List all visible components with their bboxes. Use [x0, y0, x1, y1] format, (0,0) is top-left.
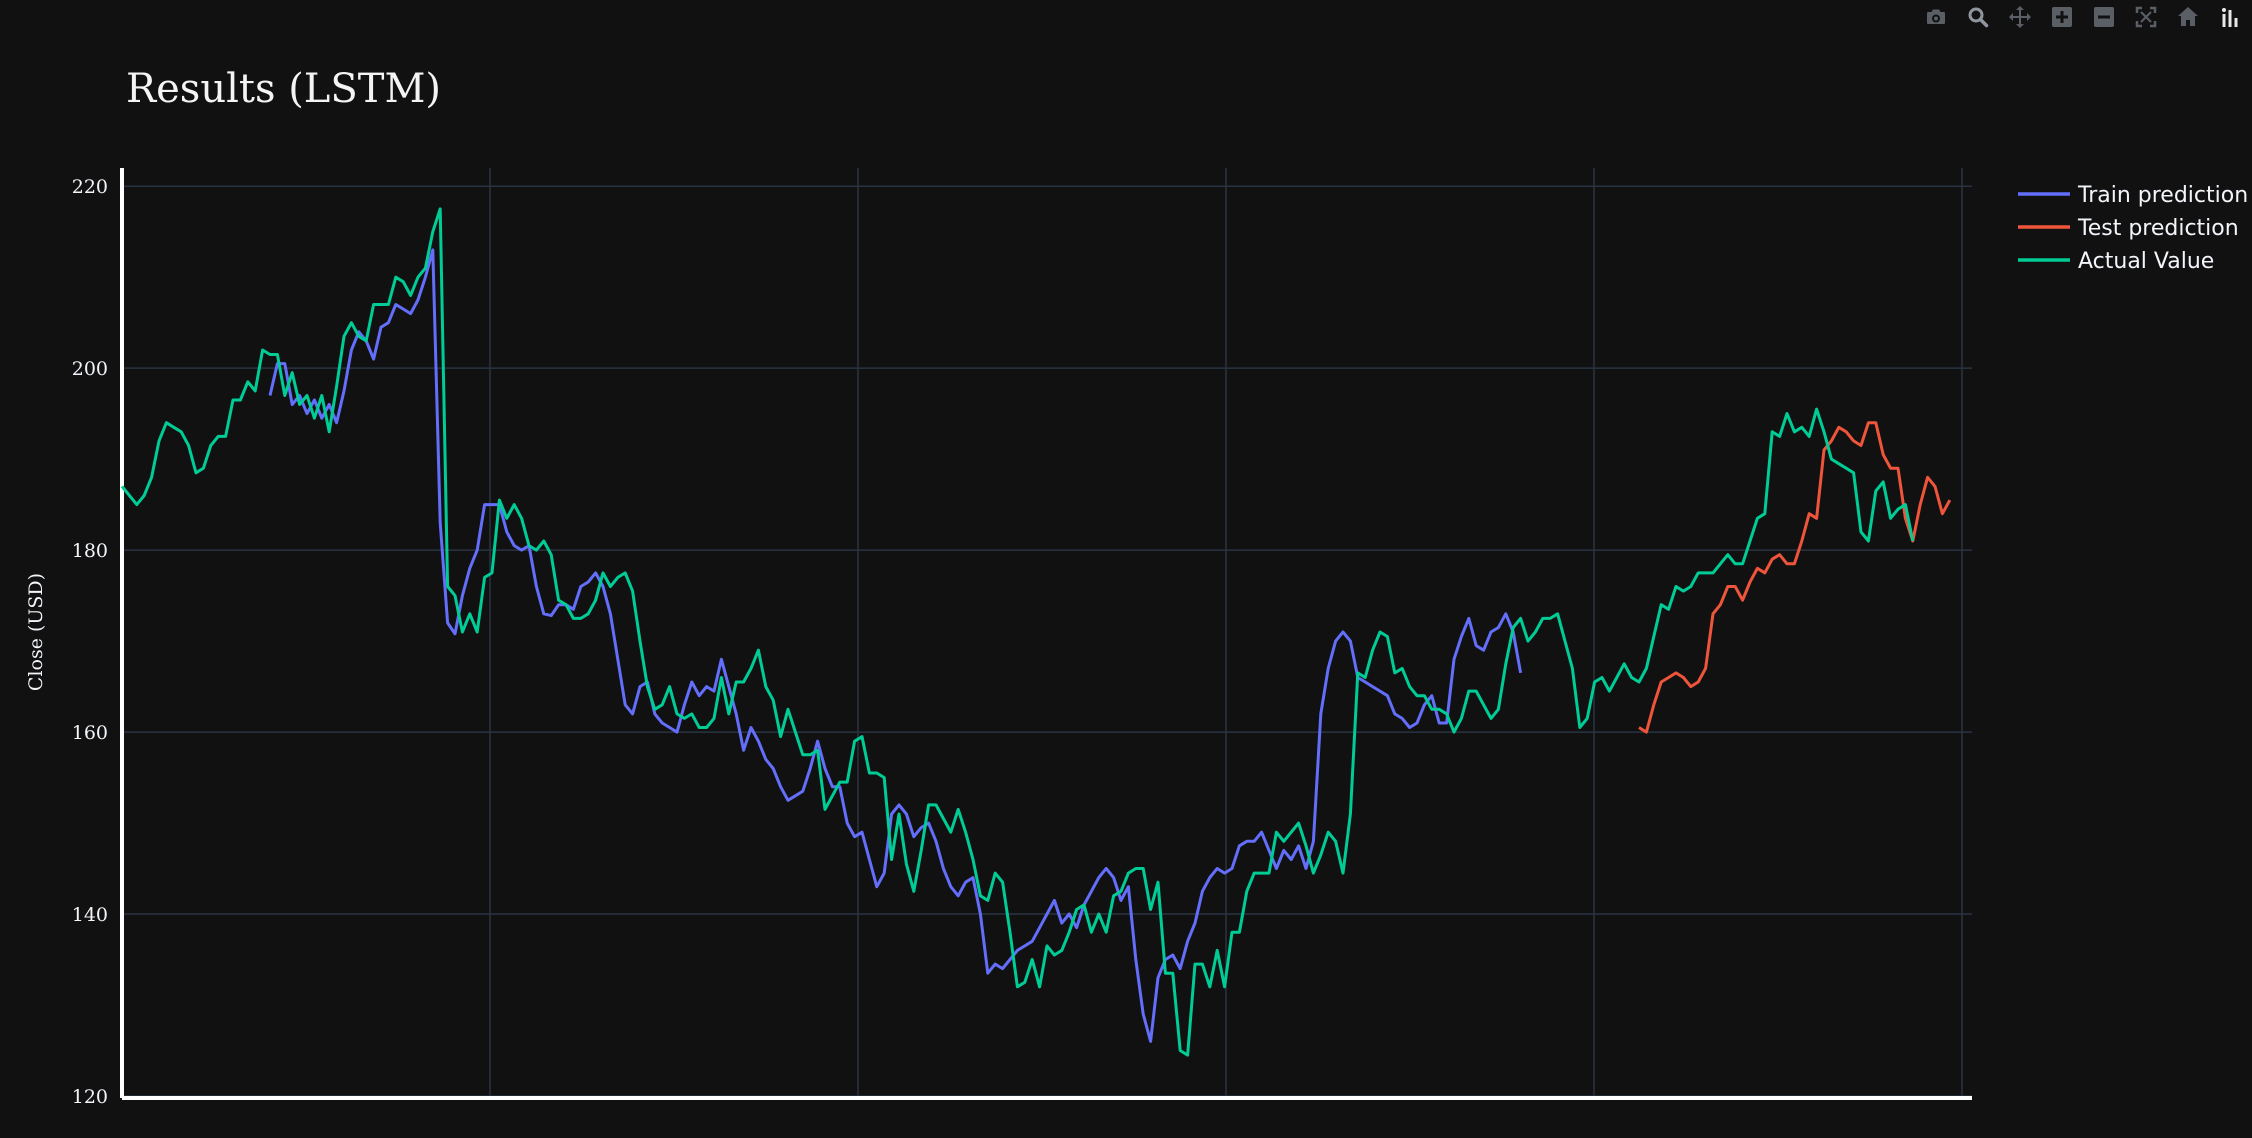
legend-label: Actual Value [2078, 249, 2214, 274]
autoscale-icon[interactable] [2132, 3, 2160, 31]
legend-label: Train prediction [2077, 183, 2248, 208]
line-chart[interactable]: 120 140 160 180 200 220 Close (USD) Train pre… [0, 0, 2252, 1138]
legend[interactable]: Train prediction Test prediction Actual Va… [2018, 183, 2248, 274]
y-tick-label: 140 [72, 904, 108, 926]
zoom-in-icon[interactable] [2048, 3, 2076, 31]
series-lines[interactable] [120, 207, 1952, 1057]
y-axis-ticks: 120 140 160 180 200 220 [72, 176, 108, 1108]
modebar [1922, 0, 2252, 34]
legend-item[interactable]: Test prediction [2018, 216, 2239, 241]
y-tick-label: 200 [72, 358, 108, 380]
home-icon[interactable] [2174, 3, 2202, 31]
y-tick-label: 120 [72, 1086, 108, 1108]
chart-title: Results (LSTM) [126, 66, 441, 112]
camera-icon[interactable] [1922, 3, 1950, 31]
plotly-logo-icon[interactable] [2216, 3, 2244, 31]
legend-label: Test prediction [2077, 216, 2239, 241]
legend-item[interactable]: Actual Value [2018, 249, 2214, 274]
legend-item[interactable]: Train prediction [2018, 183, 2248, 208]
series-actual-value[interactable] [120, 207, 1915, 1057]
pan-icon[interactable] [2006, 3, 2034, 31]
y-tick-label: 180 [72, 540, 108, 562]
y-tick-label: 220 [72, 176, 108, 198]
zoom-icon[interactable] [1964, 3, 1992, 31]
series-test-prediction[interactable] [1638, 421, 1952, 734]
y-tick-label: 160 [72, 722, 108, 744]
zoom-out-icon[interactable] [2090, 3, 2118, 31]
y-axis-title: Close (USD) [25, 573, 47, 691]
